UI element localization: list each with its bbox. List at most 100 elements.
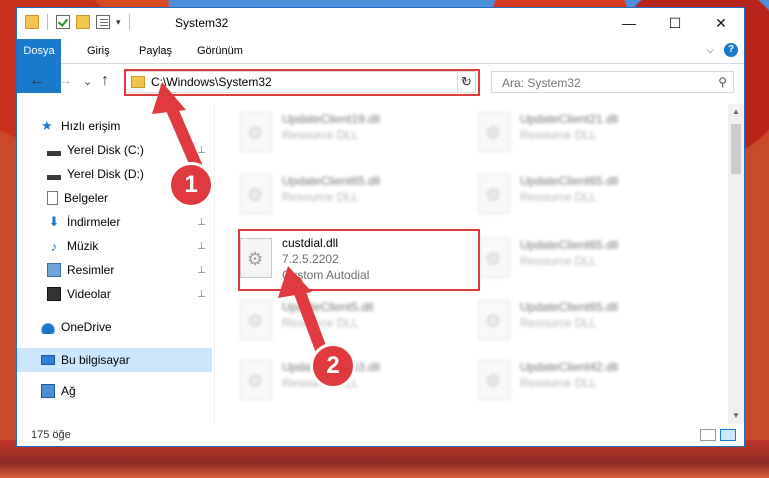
view-options-icon[interactable] [96, 15, 110, 29]
view-toggle [700, 429, 736, 441]
scroll-up-icon[interactable]: ▲ [728, 104, 744, 120]
pin-icon[interactable]: ⊥ [197, 145, 206, 156]
file-name: UpdateClient21.dll [520, 112, 619, 126]
item-count: 175 öğe [31, 429, 71, 441]
up-arrow-icon[interactable]: ↑ [101, 72, 109, 90]
file-description: Resource DLL [520, 128, 597, 142]
file-name: UpdateClient65.dll [520, 300, 619, 314]
nav-item-label: OneDrive [61, 320, 112, 334]
status-bar: 175 öğe [17, 426, 744, 446]
dll-file-icon [240, 174, 272, 214]
star-icon: ★ [41, 118, 53, 133]
file-name: UpdateClient65.dll [520, 174, 619, 188]
tab-home[interactable]: Giriş [75, 39, 122, 63]
nav-item-disk-c[interactable]: Yerel Disk (C:) ⊥ [17, 138, 212, 162]
help-icon[interactable]: ? [724, 43, 738, 57]
tab-view[interactable]: Görünüm [185, 39, 255, 63]
pin-icon[interactable]: ⊥ [197, 217, 206, 228]
nav-item-onedrive[interactable]: OneDrive [17, 315, 212, 339]
pin-icon[interactable]: ⊥ [197, 289, 206, 300]
file-description: Resource DLL [282, 316, 359, 330]
nav-item-label: İndirmeler [67, 215, 121, 229]
scroll-down-icon[interactable]: ▼ [728, 408, 744, 424]
pin-icon[interactable]: ⊥ [197, 265, 206, 276]
file-item[interactable]: UpdateClient5.dll Resource DLL [222, 294, 452, 348]
file-description: Resource DLL [520, 190, 597, 204]
dll-file-icon [478, 174, 510, 214]
file-item[interactable]: UpdateClient65.dll Resource DLL [222, 168, 452, 222]
file-item[interactable]: UpdateClient42.dll Resource DLL [460, 354, 690, 408]
cloud-icon [41, 320, 55, 334]
download-icon: ⬇ [48, 214, 60, 229]
properties-check-icon[interactable] [56, 15, 70, 29]
file-item[interactable]: UpdateClient21.dll Resource DLL [460, 106, 690, 160]
music-icon: ♪ [50, 238, 58, 254]
details-view-icon[interactable] [700, 429, 716, 441]
nav-item-videos[interactable]: Videolar ⊥ [17, 282, 212, 306]
file-name: UpdateClient19.dll [282, 112, 381, 126]
tiles-view-icon[interactable] [720, 429, 736, 441]
vertical-scrollbar[interactable]: ▲ ▼ [728, 104, 744, 424]
nav-item-label: Hızlı erişim [61, 119, 121, 133]
nav-item-this-pc[interactable]: Bu bilgisayar [17, 348, 212, 372]
navigation-pane: ★ Hızlı erişim Yerel Disk (C:) ⊥ Yerel D… [17, 104, 214, 424]
computer-icon [41, 355, 55, 365]
nav-item-music[interactable]: ♪ Müzik ⊥ [17, 234, 212, 258]
toolbar-separator [47, 14, 48, 30]
dll-file-icon [478, 300, 510, 340]
file-name: UpdateClient65.dll [520, 238, 619, 252]
network-icon [41, 384, 55, 398]
folder-icon[interactable] [25, 15, 39, 29]
file-description: Resource DLL [520, 376, 597, 390]
file-item[interactable]: UpdateClient65.dll Resource DLL [460, 168, 690, 222]
drive-icon [47, 167, 61, 181]
search-icon[interactable]: ⚲ [718, 75, 727, 89]
toolbar-separator [128, 14, 130, 30]
quick-access-toolbar: ▾ [25, 14, 132, 30]
file-list: UpdateClient19.dll Resource DLL UpdateCl… [222, 104, 727, 424]
window-controls: — ☐ ✕ [606, 8, 744, 38]
callout-badge-2: 2 [310, 343, 356, 389]
nav-item-label: Resimler [67, 263, 115, 277]
document-icon [47, 191, 58, 205]
forward-arrow-icon[interactable]: → [57, 72, 73, 90]
search-box[interactable]: ⚲ [491, 71, 734, 93]
chevron-down-icon[interactable]: ⌵ [706, 45, 714, 56]
file-item[interactable]: UpdateClient65.dll Resource DLL [460, 232, 690, 286]
nav-item-label: Yerel Disk (C:) [67, 143, 144, 157]
ribbon-tabs: Dosya Giriş Paylaş Görünüm ⌵ ? [17, 39, 744, 93]
dll-file-icon [240, 112, 272, 152]
nav-item-network[interactable]: Ağ [17, 379, 212, 403]
back-arrow-icon[interactable]: ← [29, 72, 45, 90]
drive-icon [47, 143, 61, 157]
ribbon-right-controls: ⌵ ? [706, 43, 738, 57]
nav-item-label: Ağ [61, 384, 76, 398]
nav-item-downloads[interactable]: ⬇ İndirmeler ⊥ [17, 210, 212, 234]
dll-file-icon [478, 238, 510, 278]
customize-toolbar-chevron-icon[interactable]: ▾ [116, 17, 121, 28]
address-row: ← → ⌄ ↑ C:\Windows\System32 ⌵ ↻ ⚲ [17, 68, 744, 98]
file-description: Resource DLL [282, 128, 359, 142]
nav-item-label: Videolar [67, 287, 111, 301]
nav-item-label: Yerel Disk (D:) [67, 167, 144, 181]
dll-file-icon [478, 112, 510, 152]
tab-share[interactable]: Paylaş [127, 39, 184, 63]
dll-file-icon [478, 360, 510, 400]
file-name: UpdateClient65.dll [282, 174, 381, 188]
file-item[interactable]: UpdateClient19.dll Resource DLL [222, 106, 452, 160]
minimize-button[interactable]: — [606, 8, 652, 38]
scroll-thumb[interactable] [731, 124, 741, 174]
nav-item-pictures[interactable]: Resimler ⊥ [17, 258, 212, 282]
maximize-button[interactable]: ☐ [652, 8, 698, 38]
close-button[interactable]: ✕ [698, 8, 744, 38]
pane-divider[interactable] [214, 104, 215, 424]
nav-item-quick-access[interactable]: ★ Hızlı erişim [41, 114, 212, 138]
pin-icon[interactable]: ⊥ [197, 241, 206, 252]
dll-file-icon [240, 360, 272, 400]
file-item[interactable]: UpdateClient65.dll Resource DLL [460, 294, 690, 348]
window-title: System32 [175, 16, 229, 30]
nav-item-label: Bu bilgisayar [61, 353, 130, 367]
new-folder-icon[interactable] [76, 15, 90, 29]
recent-locations-chevron-icon[interactable]: ⌄ [83, 75, 92, 88]
search-input[interactable] [500, 75, 704, 91]
